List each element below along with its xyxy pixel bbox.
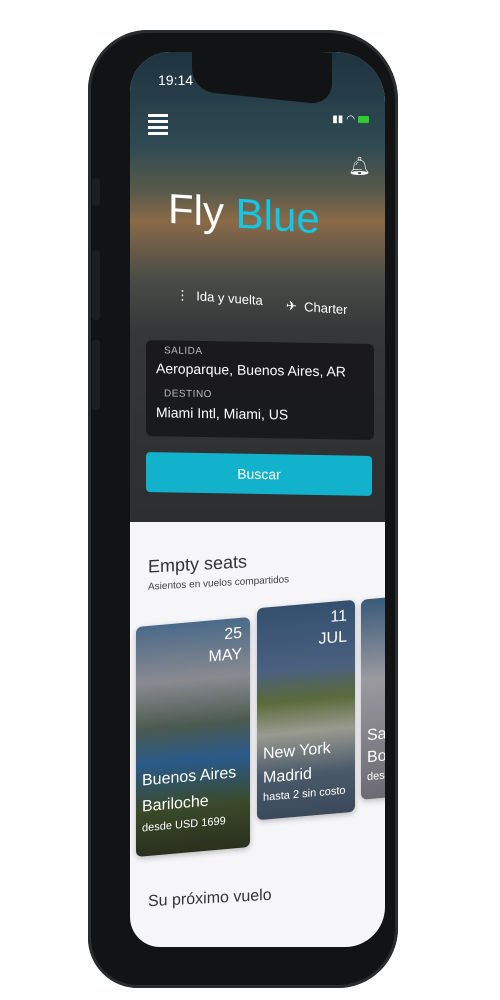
notification-bell-icon[interactable]: 🔔︎ <box>348 156 371 177</box>
departure-field[interactable]: Aeroparque, Buenos Aires, AR <box>156 360 346 379</box>
search-button[interactable]: Buscar <box>146 452 372 496</box>
destination-label: DESTINO <box>164 388 212 401</box>
volume-down-button <box>92 340 100 410</box>
departure-label: SALIDA <box>164 345 203 357</box>
airplane-icon: ✈ <box>286 297 297 314</box>
status-icons: ▮▮ ◠ <box>332 114 369 125</box>
mute-switch <box>92 178 100 206</box>
route-form: SALIDA Aeroparque, Buenos Aires, AR DEST… <box>146 340 374 440</box>
battery-icon <box>358 116 369 123</box>
empty-seats-title: Empty seats <box>148 551 248 577</box>
signal-icon: ▮▮ <box>332 114 344 125</box>
deal-card[interactable]: 11 JUL New York Madrid hasta 2 sin costo <box>257 599 355 821</box>
volume-up-button <box>92 250 100 320</box>
menu-button[interactable] <box>148 114 168 138</box>
deal-card[interactable]: San Bog desd <box>361 596 385 800</box>
more-vert-icon: ⋮ <box>176 286 189 303</box>
status-time: 19:14 <box>158 72 194 88</box>
deal-card[interactable]: 25 MAY Buenos Aires Bariloche desde USD 1… <box>136 617 250 857</box>
empty-seats-subtitle: Asientos en vuelos compartidos <box>148 574 290 593</box>
wifi-icon: ◠ <box>346 114 355 125</box>
app-screen: 19:14 ▮▮ ◠ 🔔︎ Fly Blue ⋮ Ida y vuelta ✈ … <box>130 52 385 947</box>
destination-field[interactable]: Miami Intl, Miami, US <box>156 404 288 422</box>
next-flight-title: Su próximo vuelo <box>148 886 272 911</box>
